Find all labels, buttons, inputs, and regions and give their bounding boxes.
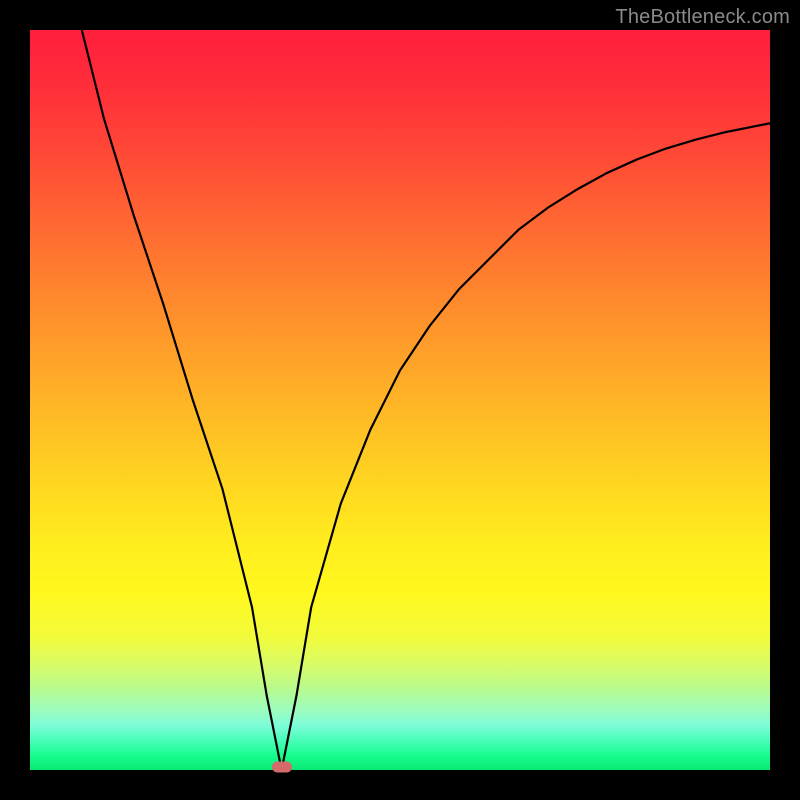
balance-marker-icon: [272, 762, 292, 773]
bottleneck-curve: [30, 30, 770, 770]
chart-frame: TheBottleneck.com: [0, 0, 800, 800]
curve-path: [82, 30, 770, 770]
plot-area: [30, 30, 770, 770]
watermark-text: TheBottleneck.com: [615, 6, 790, 29]
